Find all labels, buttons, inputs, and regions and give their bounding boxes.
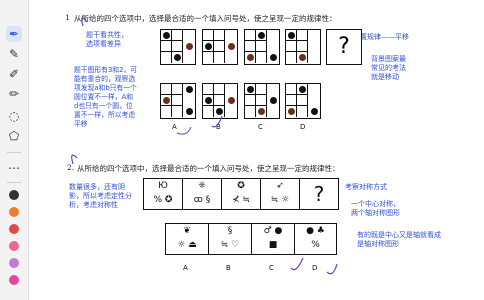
color-swatch-orange[interactable] [9, 207, 19, 217]
marker-icon[interactable]: ✏ [6, 86, 22, 102]
color-swatch-black[interactable] [9, 190, 19, 200]
color-swatch-red[interactable] [9, 224, 19, 234]
color-swatch-magenta[interactable] [9, 275, 19, 285]
color-swatch-purple[interactable] [9, 258, 19, 268]
lasso-icon[interactable]: ◌ [6, 108, 22, 124]
annotation-toolbar: ✒ ✎ ✐ ✏ ◌ ⬠ ⋯ [0, 0, 29, 300]
color-swatch-pink[interactable] [9, 241, 19, 251]
highlighter-icon[interactable]: ✐ [6, 66, 22, 82]
toolbar-divider [7, 182, 21, 183]
toolbar-divider [7, 152, 21, 153]
pen-nib-icon[interactable]: ✒ [6, 26, 22, 42]
shapes-icon[interactable]: ⬠ [6, 128, 22, 144]
document-page: 1 从所给的四个选项中，选择最合适的一个填入问号处，使之呈现一定的规律性： 题干… [29, 0, 484, 300]
pen-icon[interactable]: ✎ [6, 46, 22, 62]
more-icon[interactable]: ⋯ [6, 160, 22, 176]
q1-ink-marks [81, 17, 223, 135]
q2-ink-marks [71, 154, 338, 275]
